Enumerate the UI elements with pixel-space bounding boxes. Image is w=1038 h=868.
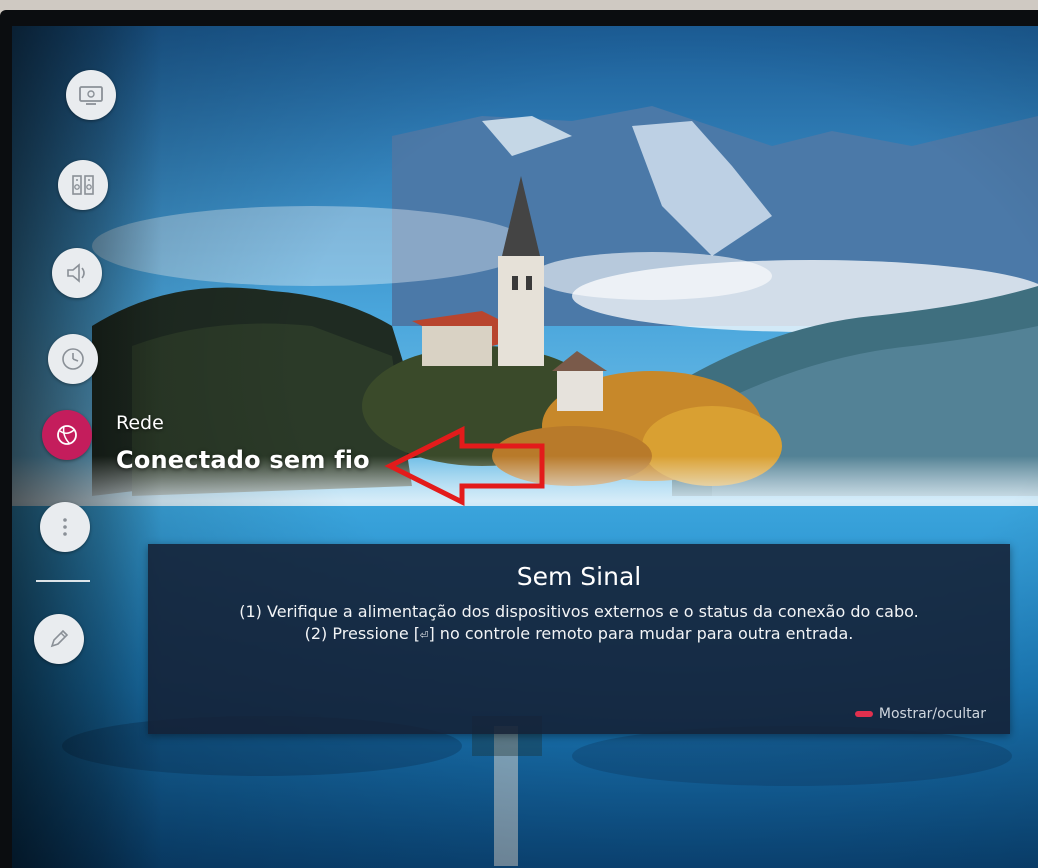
dialog-instruction-2-prefix: (2) Pressione [ bbox=[304, 624, 421, 643]
clock-icon bbox=[62, 348, 84, 370]
network-globe-icon bbox=[57, 425, 77, 445]
more-options-button[interactable] bbox=[40, 502, 90, 552]
tv-screen: Rede Conectado sem fio Sem Sinal (1) Ver… bbox=[12, 26, 1038, 868]
speaker-output-button[interactable] bbox=[58, 160, 108, 210]
dialog-instruction-2-suffix: ] no controle remoto para mudar para out… bbox=[428, 624, 854, 643]
sound-icon bbox=[67, 263, 85, 283]
dialog-instruction-1: (1) Verifique a alimentação dos disposit… bbox=[239, 602, 919, 621]
more-options-icon bbox=[63, 518, 67, 536]
edit-pencil-icon bbox=[50, 629, 69, 648]
dialog-title: Sem Sinal bbox=[516, 562, 642, 591]
sidebar-divider bbox=[36, 580, 90, 582]
annotation-arrow bbox=[384, 426, 545, 506]
no-signal-dialog: Sem Sinal (1) Verifique a alimentação do… bbox=[148, 544, 1010, 734]
picture-settings-button[interactable] bbox=[66, 70, 116, 120]
red-key-icon bbox=[854, 711, 873, 717]
sound-button[interactable] bbox=[52, 248, 102, 298]
network-button[interactable] bbox=[42, 410, 92, 460]
network-status: Conectado sem fio bbox=[116, 446, 370, 474]
show-hide-toggle[interactable]: Mostrar/ocultar bbox=[854, 706, 986, 722]
speaker-output-icon bbox=[72, 175, 94, 195]
network-label: Rede bbox=[116, 412, 164, 434]
dialog-instruction-2: (2) Pressione [⏎] no controle remoto par… bbox=[199, 623, 959, 646]
edit-button[interactable] bbox=[34, 614, 84, 664]
picture-settings-icon bbox=[79, 86, 103, 105]
timer-button[interactable] bbox=[48, 334, 98, 384]
show-hide-label: Mostrar/ocultar bbox=[878, 706, 986, 722]
